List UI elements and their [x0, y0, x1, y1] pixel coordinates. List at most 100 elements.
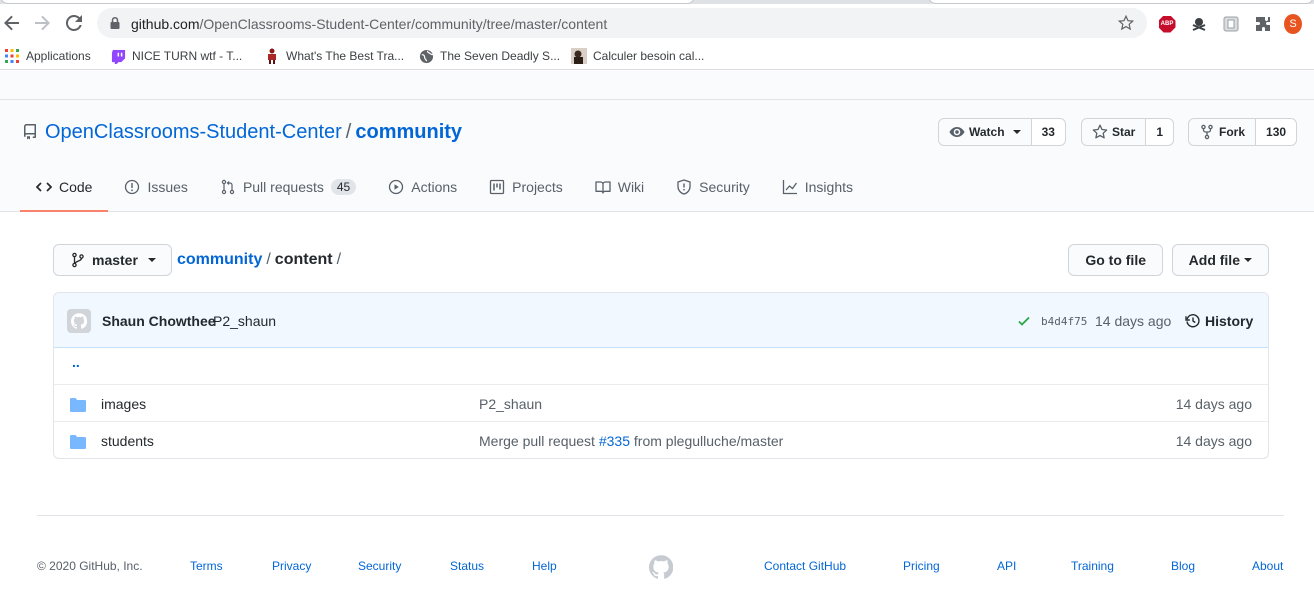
tab-insights[interactable]: Insights	[766, 164, 869, 212]
commit-message-link[interactable]: P2_shaun	[213, 313, 276, 329]
file-name-link[interactable]: images	[101, 396, 146, 412]
reload-button[interactable]	[64, 13, 84, 33]
footer-link-status[interactable]: Status	[450, 559, 484, 573]
fork-button[interactable]: Fork	[1189, 119, 1257, 145]
footer-link-pricing[interactable]: Pricing	[903, 559, 940, 573]
reload-icon	[66, 15, 82, 31]
tab-pull-requests[interactable]: Pull requests 45	[204, 164, 372, 212]
abp-icon[interactable]: ABP	[1158, 15, 1176, 33]
footer-link-blog[interactable]: Blog	[1171, 559, 1195, 573]
globe-icon	[418, 48, 434, 64]
repo-icon	[24, 124, 36, 140]
star-button[interactable]: Star	[1082, 119, 1147, 145]
fork-count[interactable]: 130	[1256, 119, 1297, 145]
tab-label: Actions	[411, 179, 458, 195]
arrow-left-icon	[4, 15, 19, 31]
go-to-file-button[interactable]: Go to file	[1068, 244, 1163, 276]
url-path: /OpenClassrooms-Student-Center/community…	[199, 16, 608, 32]
tab-wiki[interactable]: Wiki	[579, 164, 660, 212]
footer-link-training[interactable]: Training	[1071, 559, 1114, 573]
profile-avatar[interactable]: S	[1284, 14, 1302, 34]
browser-toolbar: github.com/OpenClassrooms-Student-Center…	[0, 4, 1314, 42]
commit-age: 14 days ago	[1095, 313, 1172, 329]
commit-sha-link[interactable]: b4d4f75	[1041, 315, 1087, 328]
pull-request-link[interactable]: #335	[599, 433, 630, 449]
watch-group: Watch 33	[938, 118, 1066, 146]
bookmark-seven-deadly[interactable]: The Seven Deadly S...	[418, 47, 560, 65]
history-icon[interactable]	[1185, 313, 1201, 329]
figure-icon	[264, 48, 280, 64]
forward-button[interactable]	[32, 13, 52, 33]
star-count[interactable]: 1	[1146, 119, 1174, 145]
bookmark-applications[interactable]: Applications	[4, 47, 91, 65]
repo-owner-link[interactable]: OpenClassrooms-Student-Center	[45, 121, 342, 143]
file-commit-message: Merge pull request #335 from plegulluche…	[479, 433, 783, 449]
tab-label: Insights	[804, 179, 853, 195]
file-name-link[interactable]: students	[101, 433, 154, 449]
github-logo-icon[interactable]	[649, 555, 673, 579]
add-file-button[interactable]: Add file	[1171, 244, 1269, 276]
star-label: Star	[1112, 125, 1136, 139]
footer-link-about[interactable]: About	[1252, 559, 1283, 573]
github-header-strip	[0, 71, 1314, 100]
bookmark-label: Calculer besoin cal...	[593, 49, 705, 63]
check-icon[interactable]	[1017, 314, 1031, 328]
photo-icon	[571, 48, 587, 64]
footer-link-security[interactable]: Security	[358, 559, 401, 573]
commit-message-suffix[interactable]: from plegulluche/master	[634, 433, 783, 449]
tab-label: Pull requests	[242, 179, 324, 195]
repo-name-link[interactable]: community	[355, 121, 462, 143]
bookmark-label: Applications	[26, 49, 91, 63]
footer-link-help[interactable]: Help	[532, 559, 557, 573]
pirate-icon[interactable]	[1190, 15, 1208, 33]
issue-icon	[125, 179, 140, 195]
tab-actions[interactable]: Actions	[372, 164, 473, 212]
arrow-right-icon	[35, 15, 50, 31]
bookmark-calculer[interactable]: Calculer besoin cal...	[571, 47, 704, 65]
folder-icon	[70, 398, 86, 412]
file-navigation: master community / content / Go to file Add…	[53, 244, 1269, 276]
repo-tabs: Code Issues Pull requests 45 Actions Pro…	[20, 164, 869, 212]
branch-name: master	[92, 252, 138, 268]
commit-author-link[interactable]: Shaun Chowthee	[102, 313, 216, 329]
folder-icon	[70, 435, 86, 449]
tab-issues[interactable]: Issues	[108, 164, 203, 212]
footer-copyright: © 2020 GitHub, Inc.	[37, 559, 143, 573]
extension-square-icon[interactable]	[1222, 15, 1240, 33]
file-commit-message[interactable]: P2_shaun	[479, 396, 542, 412]
commit-message-prefix[interactable]: Merge pull request	[479, 433, 595, 449]
footer-link-contact[interactable]: Contact GitHub	[764, 559, 846, 573]
chevron-down-icon	[147, 258, 156, 262]
history-link[interactable]: History	[1205, 313, 1253, 329]
fork-icon	[1201, 124, 1213, 140]
graph-icon	[782, 180, 797, 195]
avatar[interactable]	[67, 309, 91, 333]
tab-code[interactable]: Code	[20, 164, 109, 212]
tab-security[interactable]: Security	[660, 164, 766, 212]
breadcrumb-root-link[interactable]: community	[177, 251, 262, 268]
star-group: Star 1	[1081, 118, 1175, 146]
puzzle-icon[interactable]	[1254, 15, 1272, 33]
pull-request-icon	[221, 179, 235, 195]
watch-button[interactable]: Watch	[939, 119, 1032, 145]
tab-label: Issues	[147, 179, 188, 195]
list-item-parent-dir: ..	[54, 348, 1268, 385]
back-button[interactable]	[2, 13, 22, 33]
address-bar[interactable]: github.com/OpenClassrooms-Student-Center…	[97, 8, 1147, 38]
bookmark-best-tra[interactable]: What's The Best Tra...	[264, 47, 404, 65]
bookmark-twitch[interactable]: NICE TURN wtf - T...	[110, 47, 242, 65]
watch-count[interactable]: 33	[1031, 119, 1065, 145]
list-item: images P2_shaun 14 days ago	[54, 385, 1268, 422]
tab-label: Code	[59, 179, 93, 195]
url-host: github.com	[131, 16, 200, 32]
bookmark-star-icon[interactable]	[1117, 14, 1135, 32]
fork-group: Fork 130	[1188, 118, 1298, 146]
file-list-box: Shaun Chowthee P2_shaun b4d4f75 14 days …	[53, 292, 1269, 459]
footer-link-terms[interactable]: Terms	[190, 559, 223, 573]
footer-link-privacy[interactable]: Privacy	[272, 559, 311, 573]
parent-directory-link[interactable]: ..	[72, 354, 80, 370]
footer-link-api[interactable]: API	[997, 559, 1016, 573]
latest-commit-bar: Shaun Chowthee P2_shaun b4d4f75 14 days …	[54, 293, 1268, 348]
branch-select-button[interactable]: master	[53, 244, 172, 276]
tab-projects[interactable]: Projects	[473, 164, 579, 212]
